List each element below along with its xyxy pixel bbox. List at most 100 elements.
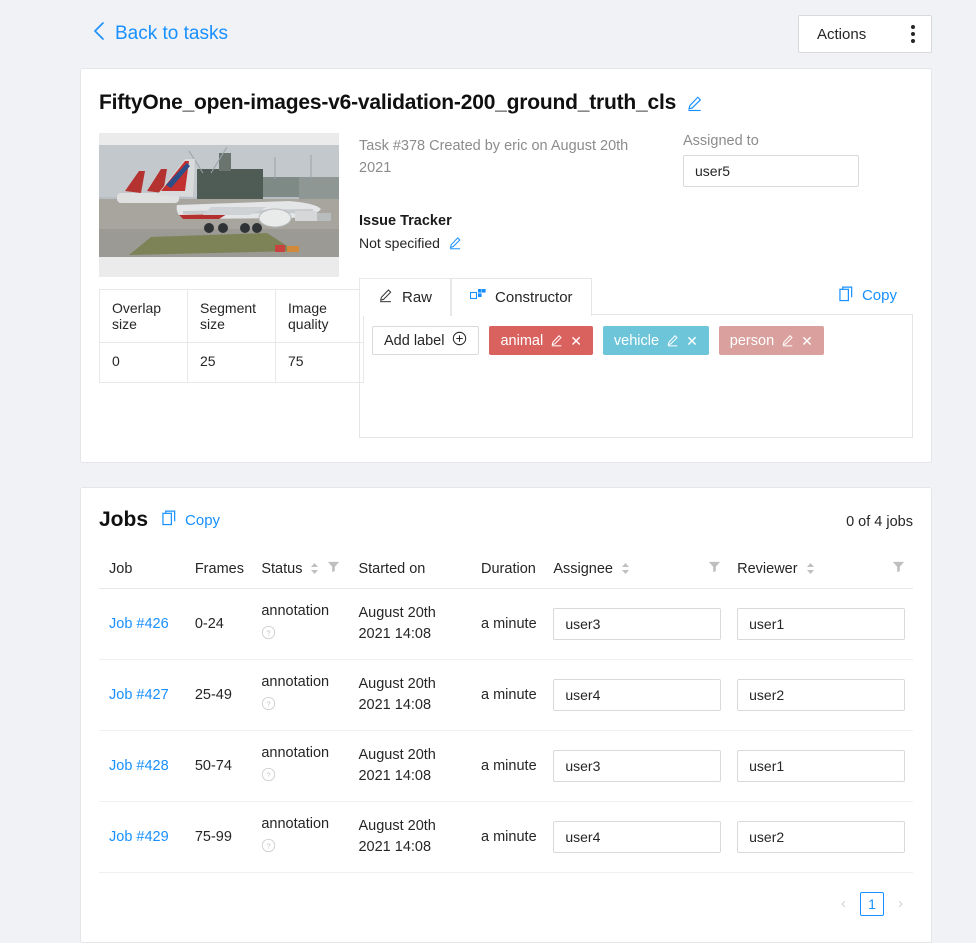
filter-icon[interactable] [892,560,905,577]
question-circle-icon[interactable]: ? [261,625,342,647]
reviewer-input[interactable] [737,679,905,711]
add-label-button[interactable]: Add label [372,326,480,355]
pencil-icon[interactable] [686,95,703,112]
column-header-assignee[interactable]: Assignee [545,550,730,589]
reviewer-input[interactable] [737,750,905,782]
column-header-status-label: Status [261,560,303,577]
column-header-duration: Duration [473,550,546,589]
pencil-icon [378,288,393,307]
task-details-row: Overlap size Segment size Image quality … [81,133,931,438]
job-link[interactable]: Job #429 [109,829,169,845]
assignee-input[interactable] [553,821,722,853]
cell-frames: 0-24 [186,588,254,660]
job-link[interactable]: Job #427 [109,687,169,703]
close-icon[interactable]: ✕ [801,334,813,348]
column-header-reviewer[interactable]: Reviewer [729,550,913,589]
question-circle-icon[interactable]: ? [261,838,342,860]
question-circle-icon[interactable]: ? [261,696,342,718]
question-circle-icon[interactable]: ? [261,767,342,789]
assigned-to-input[interactable] [683,155,859,187]
task-info-top: Task #378 Created by eric on August 20th… [359,133,913,187]
cell-duration: a minute [473,801,546,873]
sort-toggle-icon[interactable] [621,562,630,575]
back-to-tasks-link[interactable]: Back to tasks [92,21,228,47]
job-link[interactable]: Job #426 [109,616,169,632]
cell-duration: a minute [473,730,546,802]
pencil-icon[interactable] [781,334,794,347]
chevron-right-icon[interactable]: › [892,891,909,916]
close-icon[interactable]: ✕ [686,334,698,348]
svg-text:?: ? [267,700,271,709]
cell-overlap-size: 0 [99,342,188,383]
cell-job: Job #428 [99,730,187,802]
page-1-button[interactable]: 1 [860,891,884,916]
close-icon[interactable]: ✕ [570,334,582,348]
jobs-table: Job Frames Status Started on Duration As… [99,550,913,873]
assignee-input[interactable] [553,750,722,782]
status-text: annotation [261,674,330,690]
cell-status: annotation ? [253,801,351,873]
cell-started-on: August 20th 2021 14:08 [350,588,474,660]
column-header-overlap-size: Overlap size [99,289,188,343]
status-text: annotation [261,603,330,619]
tab-raw[interactable]: Raw [359,278,452,316]
task-created-text: Task #378 Created by eric on August 20th… [359,138,629,176]
tabs-filler [591,278,839,315]
copy-labels-label: Copy [861,287,897,304]
reviewer-input[interactable] [737,608,905,640]
tab-constructor[interactable]: Constructor [451,278,592,316]
cell-assignee [545,588,730,660]
vertical-ellipsis-icon [911,25,915,43]
job-link[interactable]: Job #428 [109,758,169,774]
assignee-input[interactable] [553,679,722,711]
pencil-icon[interactable] [448,236,462,250]
cell-assignee [545,801,730,873]
page-title: FiftyOne_open-images-v6-validation-200_g… [81,91,931,115]
cell-job: Job #429 [99,801,187,873]
copy-slot: Copy [838,278,913,315]
svg-text:?: ? [267,771,271,780]
column-header-assignee-label: Assignee [553,560,613,577]
column-header-status[interactable]: Status [253,550,351,589]
pencil-icon[interactable] [666,334,679,347]
blocks-icon [469,288,486,307]
label-chip-person-name: person [729,332,775,349]
label-chip-vehicle[interactable]: vehicle ✕ [602,326,709,355]
column-header-job-label: Job [109,560,133,577]
sort-toggle-icon[interactable] [806,562,815,575]
label-chip-animal[interactable]: animal ✕ [489,326,593,355]
cell-duration: a minute [473,588,546,660]
actions-button[interactable]: Actions [798,15,932,53]
table-row: Job #427 25-49 annotation ? August 20th … [99,659,913,731]
copy-labels-button[interactable]: Copy [839,286,897,308]
back-to-tasks-label: Back to tasks [115,23,228,44]
column-header-segment-size: Segment size [187,289,276,343]
jobs-table-body: Job #426 0-24 annotation ? August 20th 2… [99,588,913,873]
task-preview-column: Overlap size Segment size Image quality … [99,133,364,438]
cell-reviewer [729,588,913,660]
sort-toggle-icon[interactable] [310,562,319,575]
reviewer-input[interactable] [737,821,905,853]
filter-icon[interactable] [708,560,721,577]
task-title-text: FiftyOne_open-images-v6-validation-200_g… [99,91,677,114]
jobs-card: Jobs Copy 0 of 4 jobs Job Frames Status [80,487,932,943]
copy-jobs-button[interactable]: Copy [162,510,220,530]
assigned-to-block: Assigned to [683,133,859,187]
table-row: Job #428 50-74 annotation ? August 20th … [99,730,913,802]
task-details-card: FiftyOne_open-images-v6-validation-200_g… [80,68,932,463]
pencil-icon[interactable] [550,334,563,347]
cell-segment-size: 25 [187,342,276,383]
column-header-frames-label: Frames [194,560,244,577]
label-chip-person[interactable]: person ✕ [718,326,824,355]
task-meta-table: Overlap size Segment size Image quality … [99,289,364,383]
jobs-header: Jobs Copy 0 of 4 jobs [81,508,931,532]
filter-icon[interactable] [327,560,340,577]
top-bar: Back to tasks Actions [0,0,976,68]
chevron-left-icon[interactable]: ‹ [835,891,852,916]
column-header-duration-label: Duration [481,560,536,577]
cell-frames: 25-49 [186,659,254,731]
copy-icon [162,510,177,530]
assignee-input[interactable] [553,608,722,640]
labels-editor: Raw Constructor Copy Add label animal ✕ … [359,277,913,438]
table-row: 0 25 75 [99,342,364,383]
